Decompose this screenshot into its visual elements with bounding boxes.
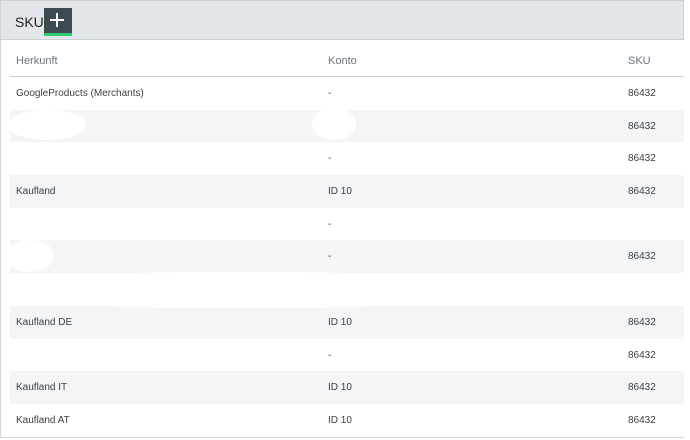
sku-cell: 86432 [628, 251, 656, 263]
konto-cell: - [328, 349, 332, 361]
redaction-mark [312, 108, 356, 140]
table-row: Kaufland DE ID 10 86432 [10, 305, 684, 339]
column-header-herkunft: Herkunft [16, 55, 58, 67]
herkunft-cell: Kaufland IT [16, 382, 68, 394]
table-header: Herkunft Konto SKU [10, 40, 684, 77]
table-row: Kaufland AT ID 10 86432 [10, 403, 684, 437]
konto-cell: - [328, 153, 332, 165]
sku-cell: 86432 [628, 349, 656, 361]
add-sku-button[interactable] [44, 8, 72, 36]
redaction-mark [30, 272, 450, 308]
redaction-mark [6, 240, 54, 272]
konto-cell: - [328, 218, 332, 230]
konto-cell: - [328, 251, 332, 263]
sku-cell: 86432 [628, 414, 656, 426]
sku-cell: 86432 [628, 120, 656, 132]
sku-cell: 86432 [628, 153, 656, 165]
panel-title: SKU [15, 14, 44, 30]
sku-cell: 86432 [628, 186, 656, 198]
column-header-sku: SKU [628, 55, 651, 67]
table-row: GoogleProducts (Merchants) - 86432 [10, 77, 684, 110]
table-row: - [10, 207, 684, 241]
panel-header: SKU [0, 0, 684, 40]
herkunft-cell: GoogleProducts (Merchants) [16, 88, 144, 99]
table-row: - 86432 [10, 240, 684, 274]
sku-cell: 86432 [628, 316, 656, 328]
konto-cell: ID 10 [328, 414, 352, 426]
table-row: Kaufland IT ID 10 86432 [10, 371, 684, 404]
table-row: - 86432 [10, 142, 684, 176]
herkunft-cell: Kaufland [16, 186, 56, 198]
herkunft-cell: Kaufland AT [16, 414, 70, 426]
konto-cell: ID 10 [328, 316, 352, 328]
table-row: Kaufland ID 10 86432 [10, 175, 684, 208]
table-row: - 86432 [10, 338, 684, 372]
sku-cell: 86432 [628, 382, 656, 394]
konto-cell: - [328, 88, 332, 99]
herkunft-cell: Kaufland DE [16, 316, 73, 328]
column-header-konto: Konto [328, 55, 357, 67]
konto-cell: ID 10 [328, 186, 352, 198]
redaction-mark [8, 110, 86, 140]
sku-cell: 86432 [628, 88, 656, 99]
konto-cell: ID 10 [328, 382, 352, 394]
